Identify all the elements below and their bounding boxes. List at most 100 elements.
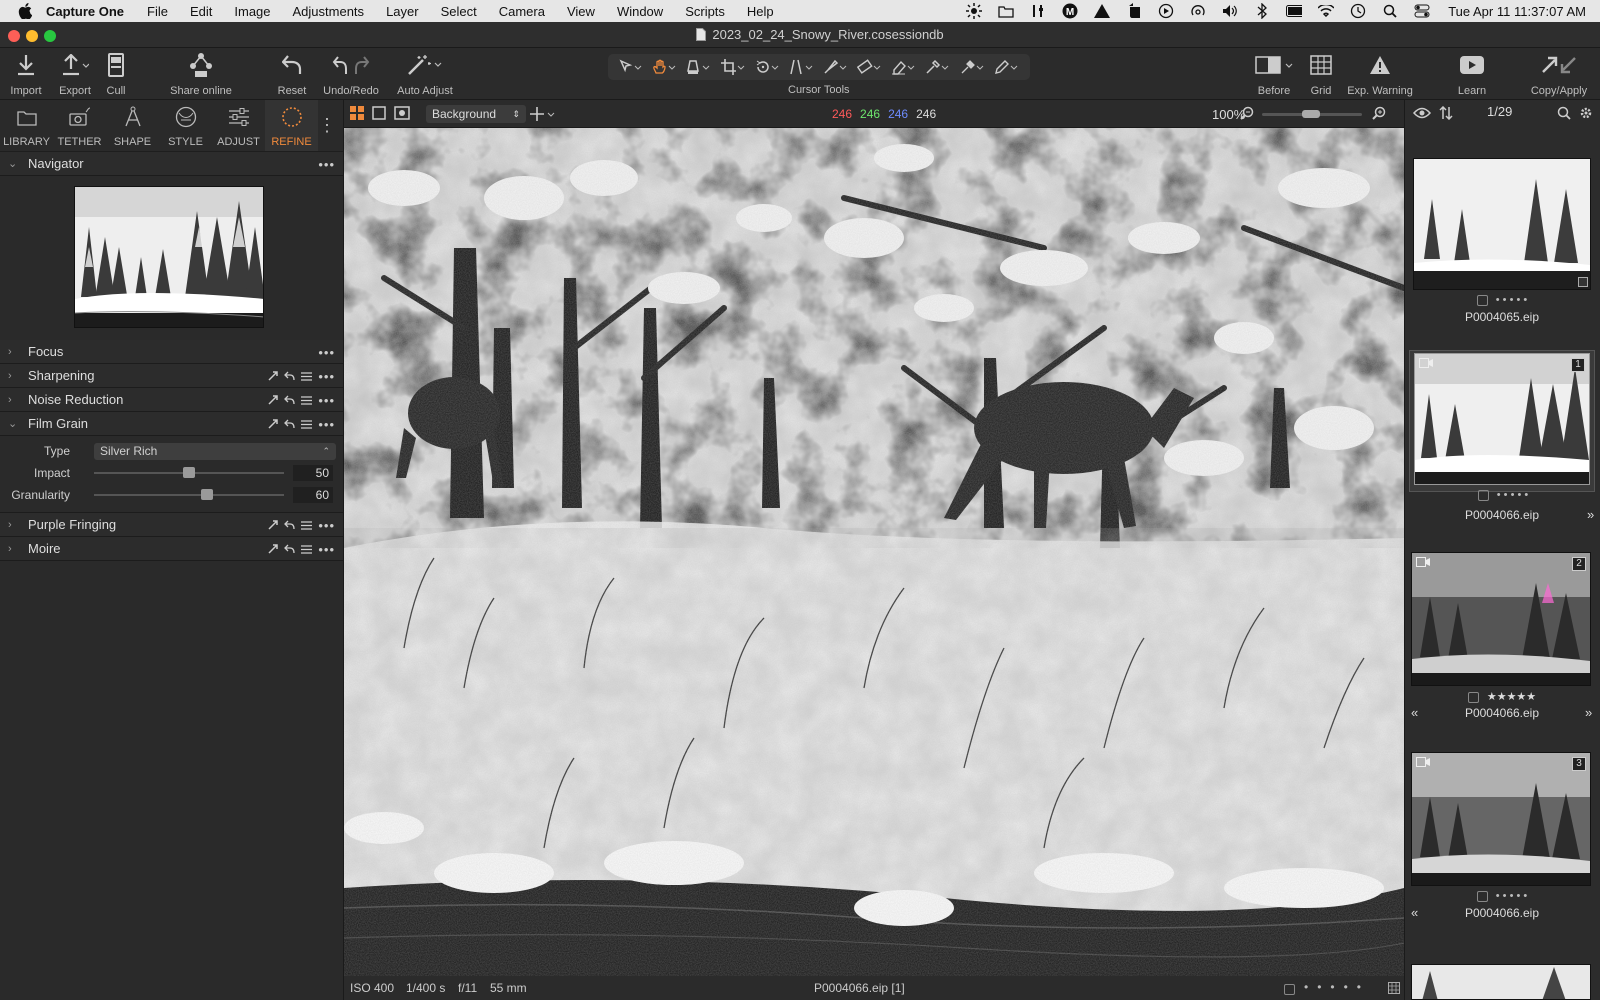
thumbnail-rating[interactable]: • • • • •	[1497, 489, 1528, 501]
select-checkbox[interactable]	[1284, 982, 1295, 996]
menu-image[interactable]: Image	[234, 4, 270, 19]
expand-icon[interactable]	[268, 419, 279, 429]
thumbnail-meta[interactable]: • • • • •	[1409, 294, 1595, 306]
moire-header[interactable]: › Moire •••	[0, 537, 343, 561]
menu-select[interactable]: Select	[441, 4, 477, 19]
tab-shape[interactable]: SHAPE	[106, 100, 159, 151]
proof-view-icon[interactable]	[394, 106, 410, 120]
thumbnail-rating[interactable]: • • • • •	[1496, 890, 1527, 902]
thumbnail-image[interactable]	[1413, 158, 1591, 290]
menu-layer[interactable]: Layer	[386, 4, 419, 19]
expand-icon[interactable]	[268, 544, 279, 554]
chevron-right-double-icon[interactable]: »	[1587, 507, 1594, 522]
granularity-slider[interactable]	[94, 489, 284, 500]
wifi-icon[interactable]	[1318, 3, 1335, 19]
menu-window[interactable]: Window	[617, 4, 663, 19]
brush-tool-icon[interactable]	[822, 57, 850, 77]
keystone-tool-icon[interactable]	[788, 57, 816, 77]
more-options-icon[interactable]: •••	[318, 518, 335, 533]
loupe-tool-icon[interactable]	[685, 57, 713, 77]
tab-adjust[interactable]: ADJUST	[212, 100, 265, 151]
thumbnail-rating[interactable]: ★★★★★	[1487, 691, 1536, 703]
purple-fringing-header[interactable]: › Purple Fringing •••	[0, 513, 343, 537]
presets-menu-icon[interactable]	[301, 395, 313, 405]
impact-value[interactable]: 50	[293, 465, 333, 481]
sharpening-header[interactable]: › Sharpening •••	[0, 364, 343, 388]
more-tabs-icon[interactable]: ⋮	[318, 100, 336, 151]
picker-tool-icon[interactable]	[959, 57, 987, 77]
search-icon[interactable]	[1557, 106, 1571, 120]
focus-header[interactable]: › Focus •••	[0, 340, 343, 364]
impact-slider[interactable]	[94, 467, 284, 478]
navigator-thumbnail[interactable]	[74, 186, 264, 328]
zoom-out-icon[interactable]	[1240, 106, 1254, 120]
expand-icon[interactable]	[268, 520, 279, 530]
tools-icon[interactable]	[1030, 3, 1046, 19]
reset-small-icon[interactable]	[284, 520, 295, 530]
auto-adjust-button[interactable]: Auto Adjust	[394, 52, 456, 97]
reset-small-icon[interactable]	[284, 544, 295, 554]
menu-clock[interactable]: Tue Apr 11 11:37:07 AM	[1448, 4, 1586, 19]
airdrop-icon[interactable]	[1190, 3, 1206, 19]
thumbnail-item[interactable]: • • • • • P0004065.eip	[1409, 156, 1595, 332]
thumbnail-meta[interactable]: • • • • •	[1409, 890, 1595, 902]
expand-icon[interactable]	[268, 395, 279, 405]
thumbnail-image[interactable]: 2	[1411, 552, 1591, 686]
eye-icon[interactable]	[1413, 106, 1431, 120]
crop-tool-icon[interactable]	[720, 57, 748, 77]
thumbnail-checkbox[interactable]	[1467, 691, 1479, 703]
more-options-icon[interactable]: •••	[318, 393, 335, 408]
thumbnail-item[interactable]: 3 • • • • • P0004066.eip «	[1409, 750, 1595, 926]
menu-scripts[interactable]: Scripts	[685, 4, 725, 19]
pan-hand-tool-icon[interactable]	[651, 57, 679, 77]
color-tag-icon[interactable]	[1388, 982, 1400, 994]
granularity-value[interactable]: 60	[293, 487, 333, 503]
control-center-icon[interactable]	[1414, 3, 1430, 19]
more-options-icon[interactable]: •••	[318, 345, 335, 360]
multi-view-icon[interactable]	[350, 106, 364, 120]
thumbnail-image[interactable]	[1411, 964, 1591, 1000]
exposure-warning-button[interactable]: Exp. Warning	[1344, 52, 1416, 97]
before-button[interactable]: Before	[1250, 52, 1298, 97]
film-grain-header[interactable]: ⌄ Film Grain •••	[0, 412, 343, 436]
import-button[interactable]: Import	[8, 52, 44, 97]
share-online-button[interactable]: Share online	[166, 52, 236, 97]
thumbnail-meta[interactable]: ★★★★★	[1409, 690, 1595, 703]
presets-menu-icon[interactable]	[301, 419, 313, 429]
chevron-left-double-icon[interactable]: «	[1411, 705, 1418, 720]
thumbnail-item[interactable]: 2 ★★★★★ P0004066.eip « »	[1409, 550, 1595, 726]
more-options-icon[interactable]: •••	[318, 417, 335, 432]
menu-adjustments[interactable]: Adjustments	[293, 4, 365, 19]
thumbnail-item-selected[interactable]: 1 • • • • •	[1409, 350, 1595, 501]
navigator-header[interactable]: ⌄ Navigator •••	[0, 152, 343, 176]
learn-button[interactable]: Learn	[1452, 52, 1492, 97]
presets-menu-icon[interactable]	[301, 544, 313, 554]
rotate-tool-icon[interactable]	[754, 57, 782, 77]
chevron-right-double-icon[interactable]: »	[1585, 705, 1592, 720]
volume-icon[interactable]	[1222, 3, 1238, 19]
impact-slider-handle[interactable]	[183, 467, 195, 478]
expand-icon[interactable]	[268, 371, 279, 381]
tab-tether[interactable]: TETHER	[53, 100, 106, 151]
thumbnail-image[interactable]: 3	[1411, 752, 1591, 886]
image-viewer[interactable]	[344, 128, 1404, 976]
time-machine-icon[interactable]	[1350, 3, 1366, 19]
m-badge-icon[interactable]: M	[1062, 3, 1078, 19]
thumbnail-meta[interactable]: • • • • •	[1410, 489, 1596, 501]
zoom-slider[interactable]	[1262, 110, 1362, 118]
browser-settings-icon[interactable]	[1579, 106, 1593, 120]
export-button[interactable]: Export	[54, 52, 96, 97]
evernote-icon[interactable]	[1126, 3, 1142, 19]
play-circle-icon[interactable]	[1158, 3, 1174, 19]
main-photo[interactable]	[344, 128, 1404, 976]
chevron-left-double-icon[interactable]: «	[1411, 905, 1418, 920]
thumbnail-image[interactable]: 1	[1414, 353, 1590, 485]
more-options-icon[interactable]: •••	[318, 542, 335, 557]
cull-button[interactable]: Cull	[100, 52, 132, 97]
reset-small-icon[interactable]	[284, 419, 295, 429]
thumbnail-checkbox[interactable]	[1477, 489, 1489, 501]
menu-edit[interactable]: Edit	[190, 4, 212, 19]
single-view-icon[interactable]	[372, 106, 386, 120]
add-layer-icon[interactable]	[530, 105, 556, 123]
grid-button[interactable]: Grid	[1306, 52, 1336, 97]
